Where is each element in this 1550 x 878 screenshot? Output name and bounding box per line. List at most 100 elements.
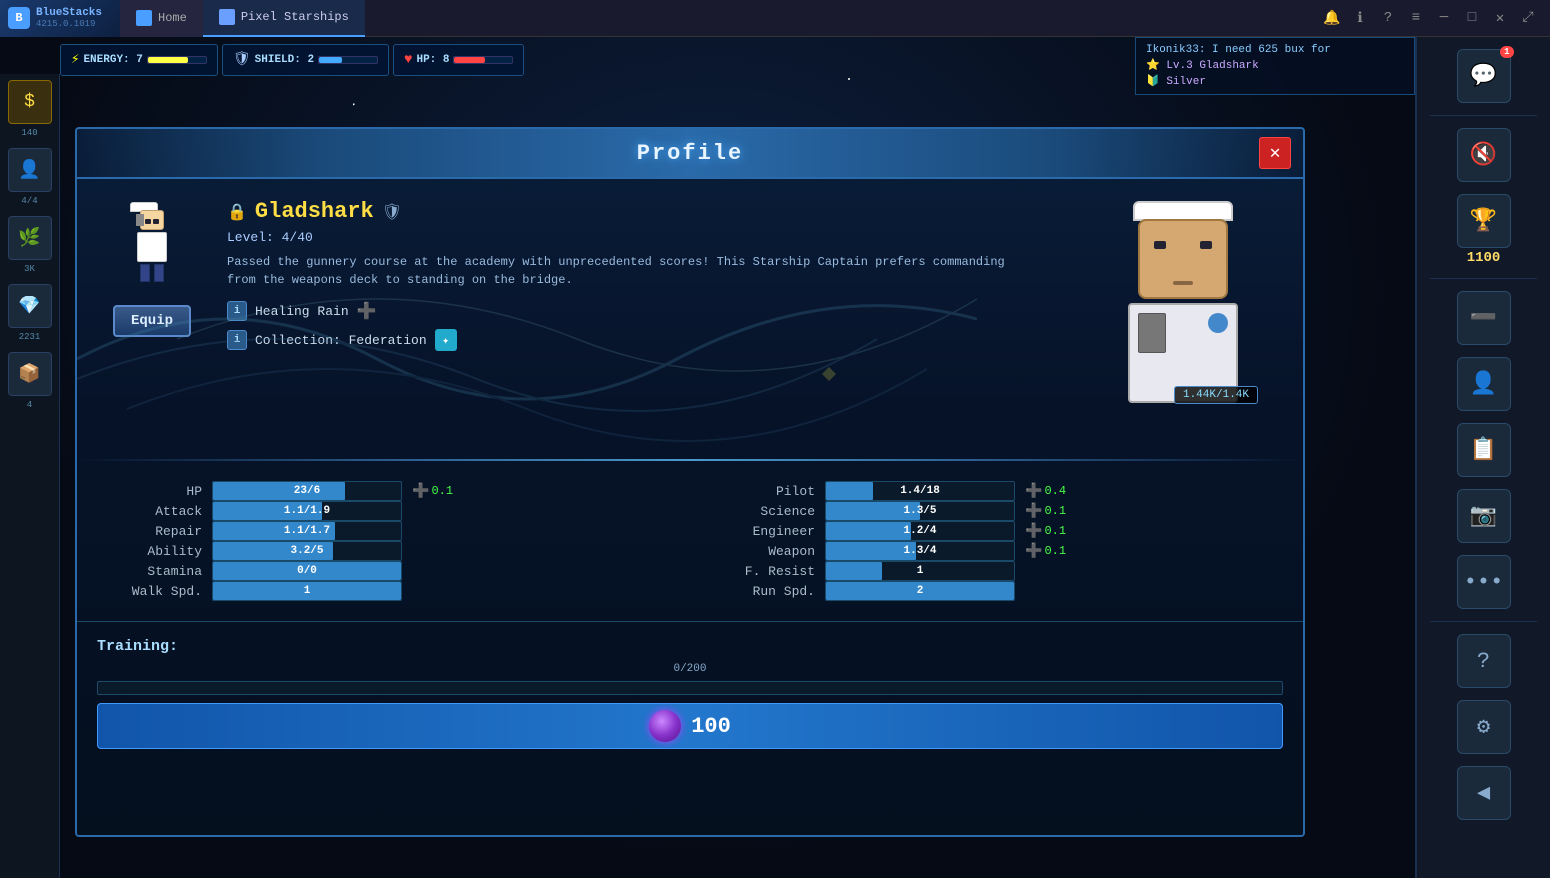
gear-button[interactable]: ⚙ <box>1457 700 1511 754</box>
bluestacks-info: BlueStacks 4215.0.1019 <box>36 7 102 29</box>
modal-close-btn[interactable]: ✕ <box>1259 137 1291 169</box>
trophy-button[interactable]: 🏆 <box>1457 194 1511 248</box>
shield-label: SHIELD: 2 <box>255 54 314 66</box>
dots-button[interactable]: ••• <box>1457 555 1511 609</box>
stat-label-fresist: F. Resist <box>730 564 815 579</box>
stat-row-walkspd: Walk Spd. 1 <box>117 581 650 601</box>
sidebar-back-section: ◀ <box>1417 762 1550 824</box>
hp-fill <box>454 57 485 63</box>
restore-btn[interactable]: ⤢ <box>1518 8 1538 28</box>
game-area: ⚡ ENERGY: 7 🛡 SHIELD: 2 ♥ HP: 8 Ikonik33… <box>0 37 1415 878</box>
stat-label-science: Science <box>730 504 815 519</box>
training-action-button[interactable]: 100 <box>97 703 1283 749</box>
shield-badge-icon: 🛡 <box>382 202 402 222</box>
close-btn[interactable]: ✕ <box>1490 8 1510 28</box>
equip-button[interactable]: Equip <box>113 305 191 337</box>
gold-btn[interactable]: $ <box>8 80 52 124</box>
notif-item: ⭐ Lv.3 Gladshark <box>1146 58 1404 72</box>
training-progress-bar <box>97 681 1283 695</box>
collection-info-icon: i <box>227 330 247 350</box>
info-icon[interactable]: ℹ <box>1350 8 1370 28</box>
copy-button[interactable]: 📋 <box>1457 423 1511 477</box>
stat-bar-attack: 1.1/1.9 <box>212 501 402 521</box>
stat-bar-weapon: 1.3/4 <box>825 541 1015 561</box>
user-button[interactable]: 👤 <box>1457 357 1511 411</box>
stat-row-repair: Repair 1.1/1.7 <box>117 521 650 541</box>
mute-button[interactable]: 🔇 <box>1457 128 1511 182</box>
stat-row-weapon: Weapon 1.3/4 ➕ 0.1 <box>730 541 1263 561</box>
stat-row-pilot: Pilot 1.4/18 ➕ 0.4 <box>730 481 1263 501</box>
hp-icon: ♥ <box>404 52 412 68</box>
bluestacks-name: BlueStacks <box>36 7 102 19</box>
bell-icon[interactable]: 🔔 <box>1322 8 1342 28</box>
sidebar-divider-2 <box>1430 278 1536 279</box>
stat-fill-hp <box>213 482 345 500</box>
notification-area: Ikonik33: I need 625 bux for ⭐ Lv.3 Glad… <box>1135 37 1415 95</box>
hp-label: HP: 8 <box>416 54 449 66</box>
sprite-uniform <box>137 232 167 262</box>
sidebar-divider-1 <box>1430 115 1536 116</box>
stat-label-repair: Repair <box>117 524 202 539</box>
char-hp-display: 1.44K/1.4K <box>1174 386 1258 404</box>
resource1-btn[interactable]: 🌿 <box>8 216 52 260</box>
stat-text-runspd: 2 <box>917 585 924 597</box>
stat-label-engineer: Engineer <box>730 524 815 539</box>
bluestacks-logo: B BlueStacks 4215.0.1019 <box>0 0 120 37</box>
stat-bar-walkspd: 1 <box>212 581 402 601</box>
game-tab[interactable]: Pixel Starships <box>203 0 365 37</box>
hp-hud: ♥ HP: 8 <box>393 44 524 76</box>
resource2-btn[interactable]: 💎 <box>8 284 52 328</box>
char-sprite <box>112 195 192 295</box>
sprite-body <box>132 210 172 280</box>
trophy-score: 1100 <box>1467 250 1501 266</box>
help-button[interactable]: ? <box>1457 634 1511 688</box>
training-orb-icon <box>649 710 681 742</box>
stat-fill-fresist <box>826 562 882 580</box>
sidebar-chat-section: 💬 1 <box>1417 45 1550 107</box>
sidebar-copy-section: 📋 <box>1417 419 1550 481</box>
avatar-btn[interactable]: 👤 <box>8 148 52 192</box>
image-button[interactable]: 📷 <box>1457 489 1511 543</box>
chat-button[interactable]: 💬 1 <box>1457 49 1511 103</box>
lock-icon: 🔒 <box>227 202 247 222</box>
stat-text-attack: 1.1/1.9 <box>284 505 330 517</box>
resource1-label: 3K <box>24 264 35 274</box>
ability-info-icon: i <box>227 301 247 321</box>
stat-text-walkspd: 1 <box>304 585 311 597</box>
sprite-leg-right <box>154 264 164 282</box>
home-tab[interactable]: Home <box>120 0 203 37</box>
maximize-btn[interactable]: □ <box>1462 8 1482 28</box>
avatar-label: 4/4 <box>21 196 37 206</box>
stat-bonus-hp: ➕ 0.1 <box>412 483 453 500</box>
resource2-label: 2231 <box>19 332 41 342</box>
sidebar-user-section: 👤 <box>1417 353 1550 415</box>
minimize-btn[interactable]: ─ <box>1434 8 1454 28</box>
stat-bar-repair: 1.1/1.7 <box>212 521 402 541</box>
energy-hud: ⚡ ENERGY: 7 <box>60 44 218 76</box>
shield-hud: 🛡 SHIELD: 2 <box>222 44 389 76</box>
profile-modal: Profile ✕ <box>75 127 1305 837</box>
stat-label-stamina: Stamina <box>117 564 202 579</box>
menu-icon[interactable]: ≡ <box>1406 8 1426 28</box>
collection-star-icon: ✦ <box>435 329 457 351</box>
character-area: Equip <box>97 195 207 443</box>
stat-bar-runspd: 2 <box>825 581 1015 601</box>
home-tab-label: Home <box>158 11 187 25</box>
hp-bar <box>453 56 513 64</box>
minus-button[interactable]: ➖ <box>1457 291 1511 345</box>
resource3-btn[interactable]: 📦 <box>8 352 52 396</box>
char-name: Gladshark <box>255 199 374 224</box>
sidebar-image-section: 📷 <box>1417 485 1550 547</box>
shield-icon: 🛡 <box>233 51 251 68</box>
stat-text-repair: 1.1/1.7 <box>284 525 330 537</box>
ability-name: Healing Rain <box>255 304 349 319</box>
sidebar-dots-section: ••• <box>1417 551 1550 613</box>
help-icon[interactable]: ? <box>1378 8 1398 28</box>
stat-bonus-pilot: ➕ 0.4 <box>1025 483 1066 500</box>
notif-message: Ikonik33: I need 625 bux for <box>1146 44 1404 56</box>
back-button[interactable]: ◀ <box>1457 766 1511 820</box>
energy-fill <box>148 57 189 63</box>
stat-text-hp: 23/6 <box>294 485 320 497</box>
stat-row-fresist: F. Resist 1 <box>730 561 1263 581</box>
stat-row-ability: Ability 3.2/5 <box>117 541 650 561</box>
